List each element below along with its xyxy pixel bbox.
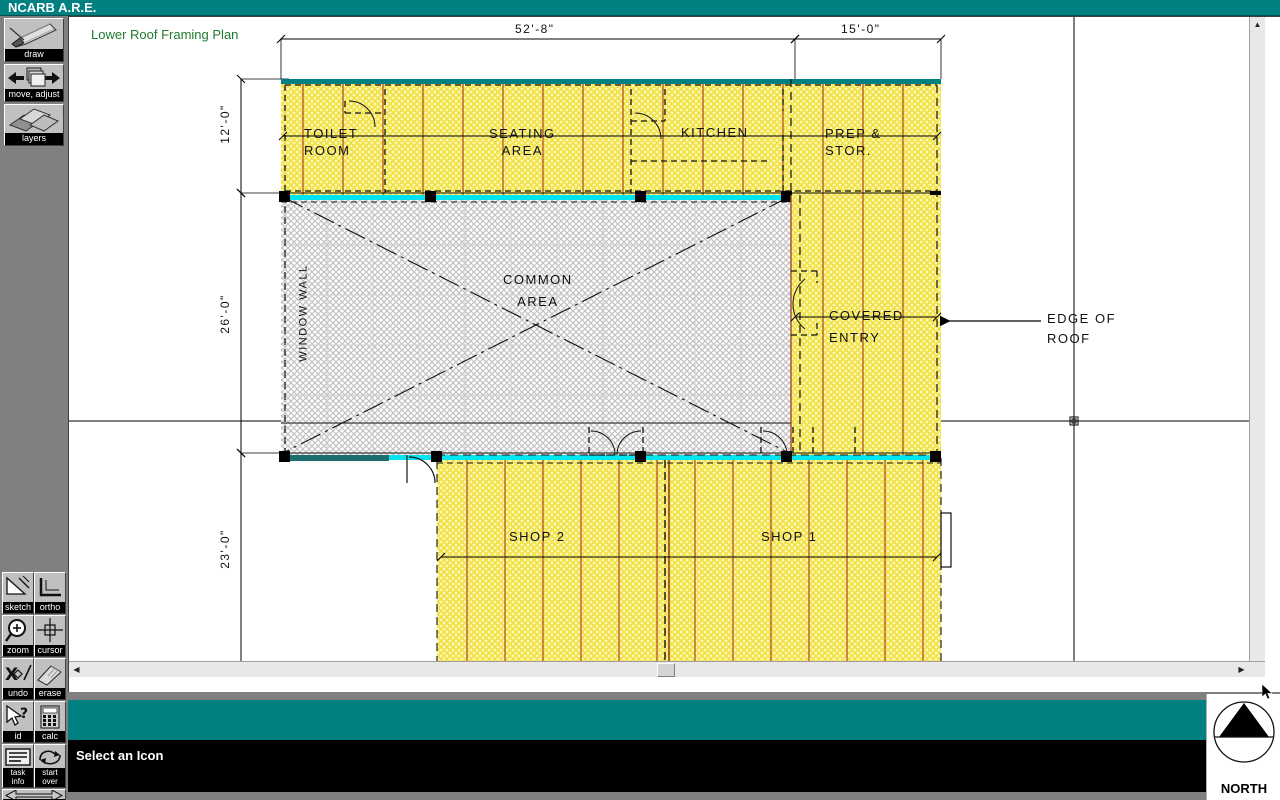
status-message: Select an Icon (76, 748, 164, 763)
svg-text:X: X (5, 665, 18, 685)
north-compass: NORTH (1206, 694, 1280, 800)
tool-button-draw[interactable]: draw (4, 18, 64, 62)
pencil-icon (5, 19, 63, 51)
tool-label-zoom: zoom (3, 645, 33, 656)
tool-button-sketch[interactable]: sketch (2, 572, 34, 614)
drawing-canvas[interactable]: Lower Roof Framing Plan 52'-8" 15'-0" 12… (69, 17, 1265, 677)
tool-button-zoom[interactable]: zoom (2, 615, 34, 657)
bottom-teal-panel (68, 700, 1206, 740)
tool-label-task-info-line1: task (10, 768, 26, 777)
tool-button-undo[interactable]: X undo (2, 658, 34, 700)
tool-button-calc[interactable]: calc (34, 701, 66, 743)
are-application-window: NCARB A.R.E. draw move, adjust layers sk… (0, 0, 1280, 800)
tool-button-start-over[interactable]: start over (34, 744, 66, 788)
magnifier-plus-icon (3, 616, 33, 646)
tool-label-task-info-line2: info (11, 777, 25, 786)
tool-label-erase: erase (35, 688, 65, 699)
canvas-vertical-scrollbar[interactable]: ▲ ▼ (1249, 17, 1265, 677)
dimension-top (276, 34, 946, 79)
eraser-icon (35, 659, 65, 689)
move-arrows-icon (5, 65, 63, 91)
tool-button-ortho[interactable]: ortho (34, 572, 66, 614)
north-arrow-icon (1213, 701, 1275, 763)
document-lines-icon (3, 745, 33, 769)
app-title: NCARB A.R.E. (8, 0, 97, 15)
undo-x-icon: X (3, 659, 33, 689)
mouse-pointer-icon (1262, 684, 1273, 700)
review-vignettes-button[interactable]: REVIEW VIGNETTES (2, 789, 66, 800)
tool-label-undo: undo (3, 688, 33, 699)
ortho-icon (35, 573, 65, 603)
roof-framing-plan-drawing (69, 17, 1265, 677)
tool-label-start-over: start over (35, 768, 65, 787)
tool-label-calc: calc (35, 731, 65, 742)
status-bar: Select an Icon (68, 740, 1206, 792)
scroll-up-arrow-icon[interactable]: ▲ (1250, 17, 1265, 32)
tool-button-cursor[interactable]: cursor (34, 615, 66, 657)
sketch-icon (3, 573, 33, 603)
tool-button-layers[interactable]: layers (4, 104, 64, 146)
north-label: NORTH (1220, 781, 1268, 796)
common-area-roof (281, 195, 791, 455)
tool-label-draw: draw (5, 49, 63, 61)
svg-text:?: ? (20, 706, 28, 722)
tool-label-ortho: ortho (35, 602, 65, 613)
drawing-canvas-frame: Lower Roof Framing Plan 52'-8" 15'-0" 12… (68, 16, 1280, 692)
loop-arrow-icon (35, 745, 65, 769)
crosshair-icon (35, 616, 65, 646)
scroll-left-arrow-icon[interactable]: ◀ (69, 662, 84, 677)
tool-button-task-info[interactable]: task info (2, 744, 34, 788)
window-title-bar: NCARB A.R.E. (0, 0, 1280, 16)
tool-button-move-adjust[interactable]: move, adjust (4, 64, 64, 102)
tool-label-layers: layers (5, 133, 63, 145)
tool-button-id[interactable]: ? id (2, 701, 34, 743)
layers-stack-icon (5, 105, 63, 135)
left-tool-panel: draw move, adjust layers sketch ortho zo… (0, 16, 68, 800)
calculator-icon (35, 702, 65, 732)
horizontal-scroll-thumb[interactable] (657, 663, 675, 677)
tool-label-start-over-line1: start (42, 768, 58, 777)
tool-button-erase[interactable]: erase (34, 658, 66, 700)
tool-label-sketch: sketch (3, 602, 33, 613)
scroll-right-arrow-icon[interactable]: ▶ (1234, 662, 1249, 677)
tool-label-task-info: task info (3, 768, 33, 787)
tool-label-start-over-line2: over (42, 777, 58, 786)
new-roof-bottom-band (279, 427, 952, 674)
canvas-horizontal-scrollbar[interactable]: ◀ ▶ (69, 661, 1265, 677)
tool-label-cursor: cursor (35, 645, 65, 656)
pointer-question-icon: ? (3, 702, 33, 732)
tool-label-move-adjust: move, adjust (5, 89, 63, 101)
tool-label-id: id (3, 731, 33, 742)
new-roof-top-band (279, 79, 941, 203)
